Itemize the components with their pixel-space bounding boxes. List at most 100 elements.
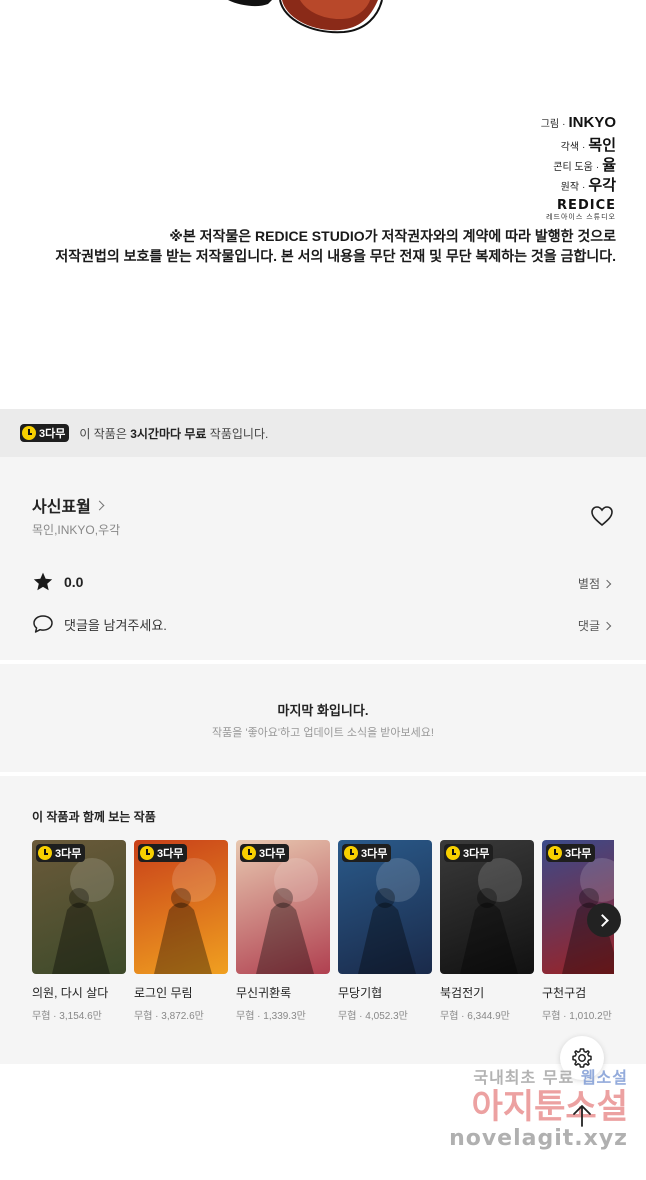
studio-logo: REDICE 레드아이스 스튜디오 bbox=[541, 198, 616, 222]
chevron-right-icon bbox=[94, 500, 105, 510]
wait-free-badge: 3다무 bbox=[240, 844, 290, 862]
credit-role: 콘티 도움 bbox=[553, 162, 593, 173]
last-chapter-subtitle: 작품을 '좋아요'하고 업데이트 소식을 받아보세요! bbox=[212, 727, 434, 739]
comic-panel: 그림 · INKYO 각색 · 목인 콘티 도움 · 율 원작 · 우각 RED… bbox=[0, 0, 646, 409]
wait-free-badge: 3다무 bbox=[36, 844, 86, 862]
recommendation-list: 3다무 의원, 다시 살다 무협 · 3,154.6만 3다무 로그인 무림 무협 · 3… bbox=[32, 840, 614, 1022]
watermark-line1b: 웹소설 bbox=[580, 1068, 628, 1087]
arrow-up-icon bbox=[573, 1105, 591, 1127]
credit-role: 각색 bbox=[560, 142, 580, 153]
card-meta: 무협 · 3,154.6만 bbox=[32, 1011, 102, 1022]
card-meta: 무협 · 1,010.2만 bbox=[542, 1011, 612, 1022]
rating-link[interactable]: 별점 bbox=[577, 575, 612, 592]
watermark-line: 국내최초 무료 웹소설 bbox=[438, 1064, 628, 1088]
clock-icon bbox=[548, 846, 562, 860]
banner-text-suffix: 작품입니다. bbox=[206, 426, 269, 441]
card-meta: 무협 · 6,344.9만 bbox=[440, 1011, 510, 1022]
credit-name: INKYO bbox=[568, 114, 616, 131]
carousel-next-button[interactable] bbox=[587, 903, 621, 937]
clock-icon bbox=[344, 846, 358, 860]
credit-separator: · bbox=[582, 182, 586, 193]
recommendations-carousel: 이 작품과 함께 보는 작품 3다무의원, 다시 살다무협 · 3,154.6만… bbox=[0, 776, 614, 1064]
comment-placeholder: 댓글을 남겨주세요. bbox=[64, 617, 167, 633]
last-chapter-title: 마지막 화입니다. bbox=[277, 703, 369, 718]
clock-icon bbox=[446, 846, 460, 860]
wait-free-badge: 3다무 bbox=[342, 844, 392, 862]
badge-label: 3다무 bbox=[361, 848, 388, 860]
recommendations-section: 이 작품과 함께 보는 작품 3다무의원, 다시 살다무협 · 3,154.6만… bbox=[0, 776, 646, 1064]
card-title: 북검전기 bbox=[440, 986, 485, 1000]
rating-row: 0.0 bbox=[32, 571, 83, 593]
recommendation-card[interactable]: 3다무의원, 다시 살다무협 · 3,154.6만 bbox=[32, 840, 126, 1022]
badge-label: 3다무 bbox=[39, 428, 66, 440]
credit-role: 그림 bbox=[540, 119, 560, 130]
clock-icon bbox=[22, 426, 36, 440]
work-title-link[interactable]: 사신표월 bbox=[32, 493, 105, 517]
badge-label: 3다무 bbox=[259, 848, 286, 860]
copyright-line: 저작권법의 보호를 받는 저작물입니다. 본 서의 내용을 무단 전재 및 무단… bbox=[55, 248, 616, 264]
chevron-right-icon bbox=[602, 579, 612, 588]
watermark-line1a: 국내최초 무료 bbox=[473, 1068, 581, 1087]
banner-text-bold: 3시간마다 무료 bbox=[130, 426, 207, 441]
credit-name: 율 bbox=[602, 157, 616, 174]
work-authors: 목인,INKYO,우각 bbox=[32, 523, 121, 537]
recommendation-card[interactable]: 3다무로그인 무림무협 · 3,872.6만 bbox=[134, 840, 228, 1022]
card-title: 무당기협 bbox=[338, 986, 383, 1000]
comment-input[interactable]: 댓글을 남겨주세요. bbox=[32, 614, 167, 634]
card-title: 구천구검 bbox=[542, 986, 587, 1000]
comment-link[interactable]: 댓글 bbox=[577, 617, 612, 634]
badge-label: 3다무 bbox=[55, 848, 82, 860]
wait-free-badge: 3다무 bbox=[444, 844, 494, 862]
badge-label: 3다무 bbox=[463, 848, 490, 860]
credit-art: 그림 · INKYO bbox=[541, 114, 616, 134]
rating-value: 0.0 bbox=[64, 574, 84, 590]
clock-icon bbox=[140, 846, 154, 860]
comic-artwork bbox=[228, 0, 383, 34]
credit-role: 원작 bbox=[560, 182, 580, 193]
recommendation-card[interactable]: 3다무무신귀환록무협 · 1,339.3만 bbox=[236, 840, 330, 1022]
credit-name: 목인 bbox=[588, 137, 616, 154]
studio-logo-word: REDICE bbox=[557, 198, 616, 213]
cover-image: 3다무 bbox=[32, 840, 126, 974]
cover-image: 3다무 bbox=[338, 840, 432, 974]
copyright-notice: ※본 저작물은 REDICE STUDIO가 저작권자와의 계약에 따라 발행한… bbox=[55, 226, 616, 266]
comment-bubble-icon bbox=[33, 615, 53, 633]
card-meta: 무협 · 4,052.3만 bbox=[338, 1011, 408, 1022]
recommendation-card[interactable]: 3다무무당기협무협 · 4,052.3만 bbox=[338, 840, 432, 1022]
chevron-right-icon bbox=[602, 621, 612, 630]
card-meta: 무협 · 3,872.6만 bbox=[134, 1011, 204, 1022]
comment-link-label: 댓글 bbox=[577, 619, 600, 633]
recommendations-heading: 이 작품과 함께 보는 작품 bbox=[32, 810, 156, 824]
wait-free-badge: 3다무 bbox=[138, 844, 188, 862]
card-title: 무신귀환록 bbox=[236, 986, 292, 1000]
banner-text-prefix: 이 작품은 bbox=[79, 426, 131, 441]
wait-free-badge: 3다무 bbox=[546, 844, 596, 862]
copyright-line: ※본 저작물은 REDICE STUDIO가 저작권자와의 계약에 따라 발행한… bbox=[169, 228, 616, 244]
free-info-banner: 3다무 이 작품은 3시간마다 무료 작품입니다. bbox=[0, 409, 646, 457]
badge-label: 3다무 bbox=[565, 848, 592, 860]
clock-icon bbox=[242, 846, 256, 860]
recommendation-card[interactable]: 3다무북검전기무협 · 6,344.9만 bbox=[440, 840, 534, 1022]
wait-free-badge: 3다무 bbox=[20, 424, 70, 442]
credit-separator: · bbox=[562, 119, 566, 130]
scroll-top-button[interactable] bbox=[560, 1094, 604, 1138]
star-icon bbox=[33, 572, 53, 591]
credit-separator: · bbox=[582, 142, 586, 153]
credit-name: 우각 bbox=[588, 177, 616, 194]
credits: 그림 · INKYO 각색 · 목인 콘티 도움 · 율 원작 · 우각 RED… bbox=[541, 114, 616, 222]
card-title: 의원, 다시 살다 bbox=[32, 986, 109, 1000]
credit-separator: · bbox=[595, 162, 600, 173]
cover-image: 3다무 bbox=[236, 840, 330, 974]
heart-icon[interactable] bbox=[590, 505, 614, 527]
cover-image: 3다무 bbox=[134, 840, 228, 974]
cover-image: 3다무 bbox=[440, 840, 534, 974]
card-title: 로그인 무림 bbox=[134, 986, 193, 1000]
credit-storyboard: 콘티 도움 · 율 bbox=[541, 154, 616, 174]
card-meta: 무협 · 1,339.3만 bbox=[236, 1011, 306, 1022]
badge-label: 3다무 bbox=[157, 848, 184, 860]
chevron-right-icon bbox=[595, 913, 609, 927]
rating-link-label: 별점 bbox=[577, 577, 600, 591]
credit-original: 원작 · 우각 bbox=[541, 174, 616, 194]
banner-text: 이 작품은 3시간마다 무료 작품입니다. bbox=[79, 425, 268, 442]
last-chapter-notice: 마지막 화입니다. 작품을 '좋아요'하고 업데이트 소식을 받아보세요! bbox=[0, 664, 646, 772]
